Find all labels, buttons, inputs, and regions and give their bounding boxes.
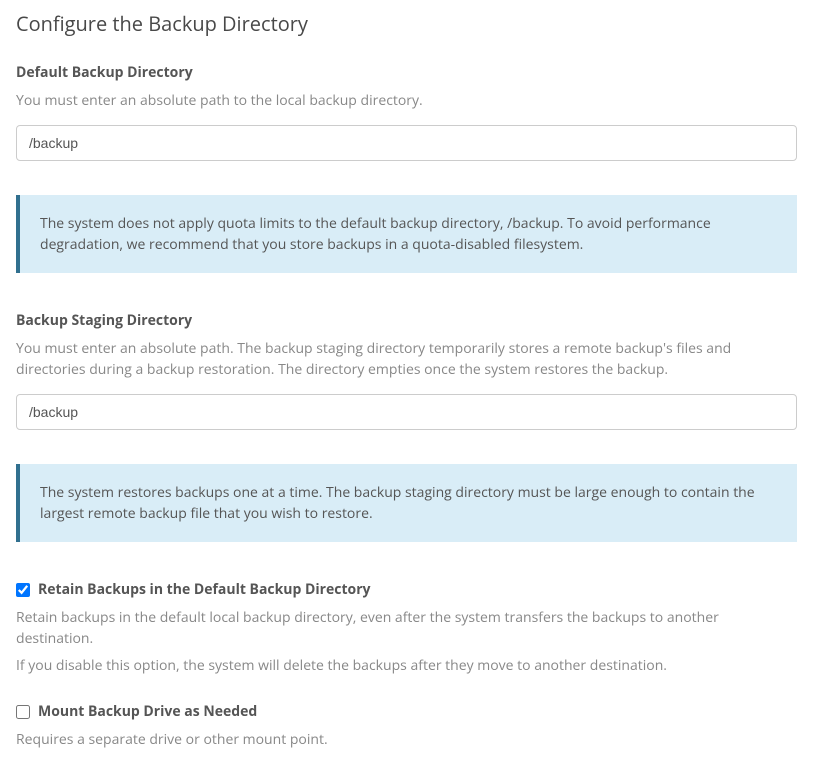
retain-label: Retain Backups in the Default Backup Dir… bbox=[38, 580, 371, 599]
retain-help-2: If you disable this option, the system w… bbox=[16, 655, 797, 676]
default-backup-alert: The system does not apply quota limits t… bbox=[16, 195, 797, 273]
retain-help-1: Retain backups in the default local back… bbox=[16, 607, 797, 649]
default-backup-input[interactable] bbox=[16, 125, 797, 161]
default-backup-help: You must enter an absolute path to the l… bbox=[16, 90, 797, 111]
staging-label: Backup Staging Directory bbox=[16, 311, 797, 330]
mount-checkbox[interactable] bbox=[16, 705, 30, 719]
page-title: Configure the Backup Directory bbox=[16, 10, 797, 37]
staging-alert: The system restores backups one at a tim… bbox=[16, 464, 797, 542]
staging-input[interactable] bbox=[16, 394, 797, 430]
default-backup-label: Default Backup Directory bbox=[16, 63, 797, 82]
mount-help: Requires a separate drive or other mount… bbox=[16, 729, 797, 750]
mount-label: Mount Backup Drive as Needed bbox=[38, 702, 257, 721]
retain-checkbox[interactable] bbox=[16, 583, 30, 597]
staging-help: You must enter an absolute path. The bac… bbox=[16, 338, 797, 380]
